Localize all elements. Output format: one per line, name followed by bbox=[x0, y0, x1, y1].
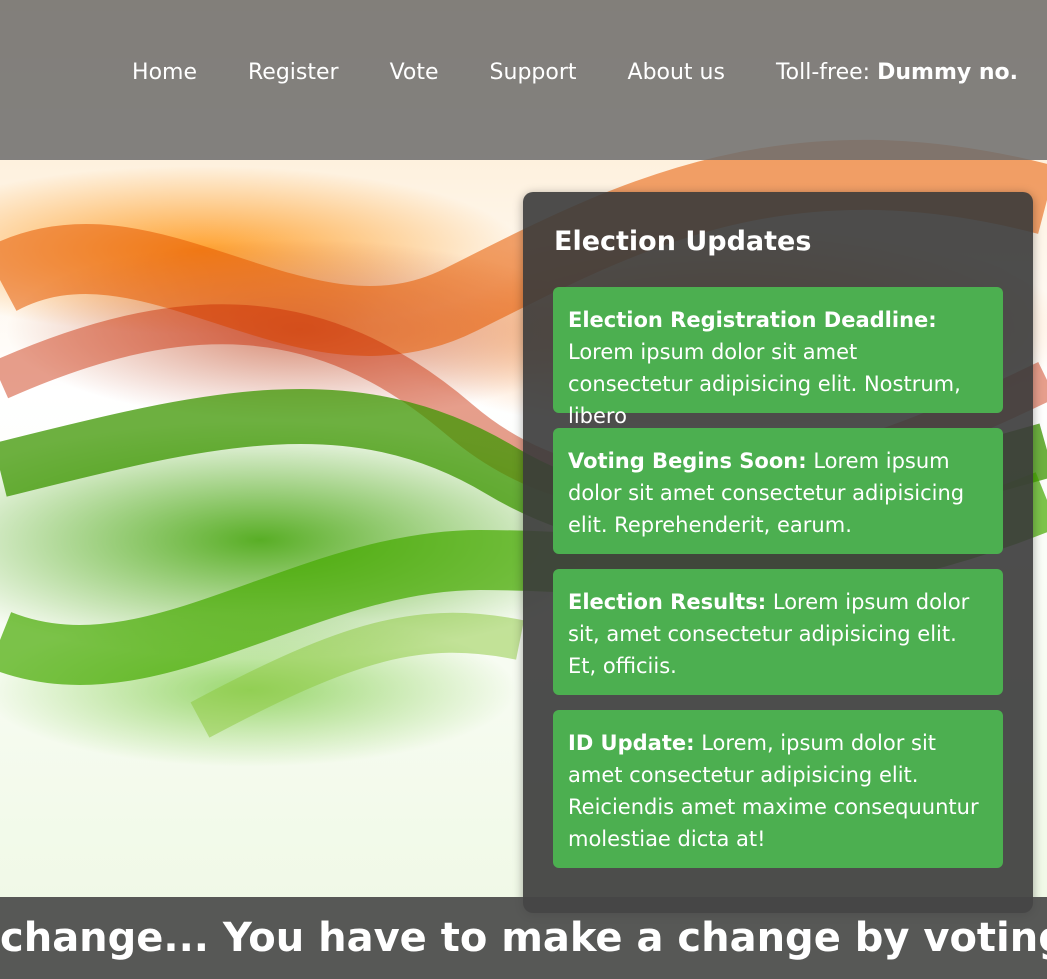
site-header: Home Register Vote Support About us Toll… bbox=[0, 0, 1047, 160]
nav-support[interactable]: Support bbox=[490, 60, 577, 85]
ticker-text: change... You have to make a change by v… bbox=[0, 915, 1047, 961]
update-card-election-results: Election Results: Lorem ipsum dolor sit,… bbox=[553, 569, 1003, 695]
nav-register[interactable]: Register bbox=[248, 60, 339, 85]
update-heading: Election Results: bbox=[568, 590, 767, 614]
nav-about-us[interactable]: About us bbox=[628, 60, 725, 85]
nav-home[interactable]: Home bbox=[132, 60, 197, 85]
tollfree-info: Toll-free: Dummy no. bbox=[776, 60, 1018, 85]
tollfree-number: Dummy no. bbox=[877, 60, 1018, 85]
panel-title: Election Updates bbox=[554, 226, 812, 257]
election-updates-panel: Election Updates Election Registration D… bbox=[523, 192, 1033, 913]
ticker-bar: change... You have to make a change by v… bbox=[0, 897, 1047, 979]
update-card-voting-begins: Voting Begins Soon: Lorem ipsum dolor si… bbox=[553, 428, 1003, 554]
tollfree-label: Toll-free: bbox=[775, 60, 871, 85]
update-heading: ID Update: bbox=[568, 731, 695, 755]
update-heading: Voting Begins Soon: bbox=[568, 449, 807, 473]
update-text: Lorem ipsum dolor sit amet consectetur a… bbox=[568, 340, 961, 428]
update-card-id-update: ID Update: Lorem, ipsum dolor sit amet c… bbox=[553, 710, 1003, 868]
nav-vote[interactable]: Vote bbox=[390, 60, 439, 85]
main-nav: Home Register Vote Support About us Toll… bbox=[132, 60, 1018, 85]
update-heading: Election Registration Deadline: bbox=[568, 308, 937, 332]
update-card-registration-deadline: Election Registration Deadline: Lorem ip… bbox=[553, 287, 1003, 428]
